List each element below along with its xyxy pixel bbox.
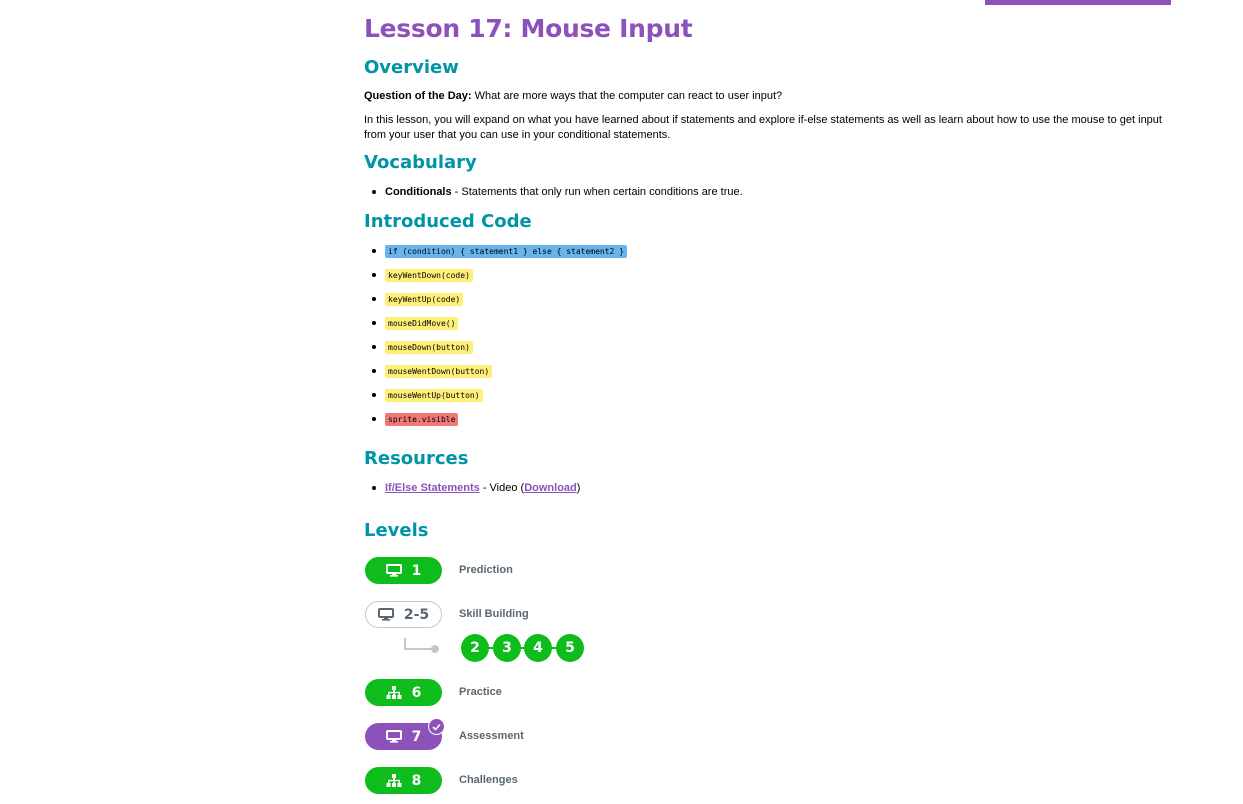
introduced-code-heading: Introduced Code [364, 211, 532, 232]
level-number: 1 [411, 562, 422, 579]
level-1-button[interactable]: 1 [365, 557, 442, 584]
computer-icon [385, 730, 402, 743]
level-2-5-button[interactable]: 2-5 [365, 601, 442, 628]
computer-icon [377, 608, 394, 621]
resources-list: If/Else Statements - Video (Download) [372, 482, 580, 494]
code-chip[interactable]: mouseWentDown(button) [385, 365, 493, 378]
vocab-definition: - Statements that only run when certain … [451, 186, 743, 198]
level-label: Assessment [459, 730, 524, 742]
overview-heading: Overview [364, 57, 459, 78]
vocabulary-list: Conditionals - Statements that only run … [372, 186, 743, 198]
list-item: sprite.visible [372, 407, 627, 431]
level-number: 7 [411, 728, 422, 745]
sitemap-icon [386, 686, 402, 699]
level-8-button[interactable]: 8 [365, 767, 442, 794]
qotd-label: Question of the Day: [364, 90, 472, 102]
level-6-button[interactable]: 6 [365, 679, 442, 706]
list-item: keyWentDown(code) [372, 263, 627, 287]
list-item: mouseDown(button) [372, 335, 627, 359]
sublevel-2-bubble[interactable]: 2 [461, 634, 489, 662]
code-chip[interactable]: sprite.visible [385, 413, 459, 426]
code-chip[interactable]: if (condition) { statement1 } else { sta… [385, 245, 628, 258]
introduced-code-list: if (condition) { statement1 } else { sta… [372, 239, 628, 431]
vocabulary-heading: Vocabulary [364, 152, 477, 173]
resources-heading: Resources [364, 448, 469, 469]
resource-type: - Video ( [479, 482, 525, 494]
computer-icon [385, 564, 402, 577]
list-item: If/Else Statements - Video (Download) [372, 482, 580, 494]
levels-heading: Levels [364, 520, 429, 541]
page-title: Lesson 17: Mouse Input [364, 14, 693, 43]
list-item: if (condition) { statement1 } else { sta… [372, 239, 628, 263]
code-chip[interactable]: mouseDidMove() [385, 317, 459, 330]
vocab-term: Conditionals [385, 186, 452, 198]
if-else-video-link[interactable]: If/Else Statements [385, 482, 480, 494]
sitemap-icon [386, 774, 402, 787]
question-of-the-day: Question of the Day: What are more ways … [364, 89, 1174, 104]
check-icon [428, 718, 445, 735]
resource-close: ) [576, 482, 581, 494]
list-item: mouseDidMove() [372, 311, 627, 335]
sublevel-connector [404, 638, 434, 650]
list-item: mouseWentUp(button) [372, 383, 627, 407]
level-number: 8 [411, 772, 422, 789]
level-label: Skill Building [459, 608, 529, 620]
level-label: Practice [459, 686, 502, 698]
list-item: mouseWentDown(button) [372, 359, 627, 383]
sublevel-5-bubble[interactable]: 5 [556, 634, 584, 662]
sublevel-3-bubble[interactable]: 3 [493, 634, 521, 662]
list-item: keyWentUp(code) [372, 287, 627, 311]
code-chip[interactable]: keyWentUp(code) [385, 293, 464, 306]
code-chip[interactable]: mouseWentUp(button) [385, 389, 483, 402]
code-chip[interactable]: mouseDown(button) [385, 341, 473, 354]
qotd-text: What are more ways that the computer can… [471, 90, 783, 102]
overview-paragraph: In this lesson, you will expand on what … [364, 114, 1162, 141]
sublevel-connector-dot [431, 645, 439, 653]
level-number: 2-5 [403, 606, 430, 623]
download-link[interactable]: Download [524, 482, 577, 494]
top-accent-bar [985, 0, 1171, 5]
sublevel-bubbles: 2 3 4 5 [461, 634, 585, 662]
level-label: Prediction [459, 564, 513, 576]
code-chip[interactable]: keyWentDown(code) [385, 269, 473, 282]
level-label: Challenges [459, 774, 518, 786]
list-item: Conditionals - Statements that only run … [372, 186, 743, 198]
level-number: 6 [411, 684, 422, 701]
sublevel-4-bubble[interactable]: 4 [524, 634, 552, 662]
